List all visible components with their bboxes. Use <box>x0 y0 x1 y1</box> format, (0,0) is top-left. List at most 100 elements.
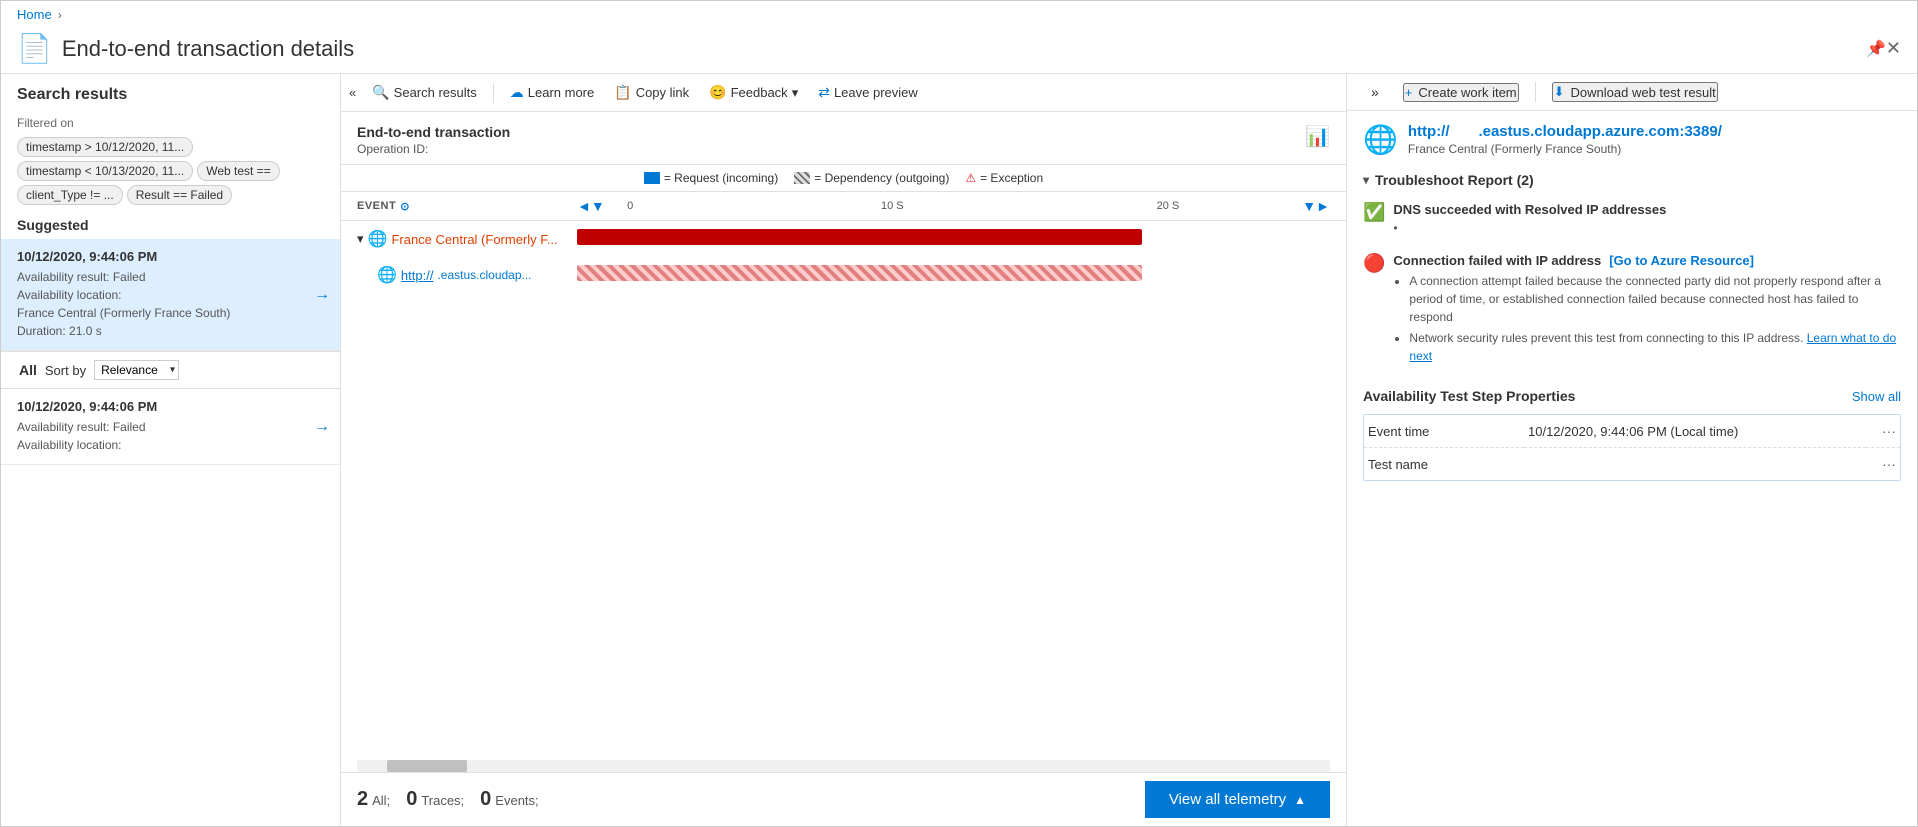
event-label-sub-1[interactable]: http:// <box>401 268 434 283</box>
feedback-chevron: ▾ <box>792 85 799 101</box>
copy-link-button[interactable]: 📋 Copy link <box>606 80 697 105</box>
prop-actions-1[interactable]: ··· <box>1866 448 1900 481</box>
search-icon: 🔍 <box>372 84 389 101</box>
count-events-label: Events; <box>495 793 538 808</box>
count-traces-num: 0 <box>406 788 417 811</box>
url-text: http:// .eastus.cloudapp.azure.com:3389/ <box>1408 123 1722 140</box>
pin-icon[interactable]: 📌 <box>1866 39 1886 59</box>
time-tick-1: 10 S <box>881 200 904 212</box>
time-tick-2: 20 S <box>1157 200 1180 212</box>
view-all-label: View all telemetry <box>1169 791 1286 808</box>
conn-title-text: Connection failed with IP address <box>1393 253 1601 268</box>
prop-row-0: Event time 10/12/2020, 9:44:06 PM (Local… <box>1364 415 1900 448</box>
right-toolbar: » + Create work item ⬇ Download web test… <box>1347 74 1917 111</box>
bar-1 <box>577 265 1142 281</box>
go-azure-resource-link[interactable]: [Go to Azure Resource] <box>1609 253 1754 268</box>
scrollbar-thumb[interactable] <box>387 760 467 772</box>
ellipsis-1[interactable]: ··· <box>1882 456 1896 472</box>
error-icon-conn: 🔴 <box>1363 253 1385 274</box>
home-link[interactable]: Home <box>17 7 52 22</box>
page-header: 📄 End-to-end transaction details 📌 ✕ <box>1 28 1917 74</box>
time-col-header: ◄ ▼ 0 10 S 20 S ▼ ► <box>577 196 1330 216</box>
event-sort-icon[interactable]: ⊙ <box>400 200 410 213</box>
prop-actions-0[interactable]: ··· <box>1866 415 1900 448</box>
learn-what-link[interactable]: Learn what to do next <box>1409 331 1896 363</box>
legend: = Request (incoming) = Dependency (outgo… <box>341 165 1346 192</box>
transaction-title: End-to-end transaction <box>357 124 510 140</box>
time-tick-0: 0 <box>627 200 633 212</box>
search-results-title: Search results <box>17 86 324 104</box>
count-all-num: 2 <box>357 788 368 811</box>
availability-title-text: Availability Test Step Properties <box>1363 388 1575 404</box>
results-list: 10/12/2020, 9:44:06 PM Availability resu… <box>1 239 340 826</box>
prop-key-1: Test name <box>1364 448 1524 481</box>
filter-chip-1[interactable]: timestamp < 10/13/2020, 11... <box>17 161 193 181</box>
learn-more-button[interactable]: ☁ Learn more <box>502 80 602 105</box>
url-location: France Central (Formerly France South) <box>1408 142 1722 156</box>
bar-cell-1 <box>577 265 1330 285</box>
filter-chip-2[interactable]: Web test == <box>197 161 279 181</box>
legend-request-label: = Request (incoming) <box>664 171 778 185</box>
trouble-title-dns: DNS succeeded with Resolved IP addresses <box>1393 202 1901 217</box>
timeline-rows: ▾ 🌐 France Central (Formerly F... 🌐 http… <box>341 221 1346 760</box>
search-results-label: Search results <box>394 85 477 100</box>
url-info: http:// .eastus.cloudapp.azure.com:3389/… <box>1408 123 1722 156</box>
breadcrumb: Home › <box>1 1 1917 28</box>
right-panel: » + Create work item ⬇ Download web test… <box>1347 74 1917 826</box>
trouble-item-dns: ✅ DNS succeeded with Resolved IP address… <box>1363 198 1901 239</box>
availability-section: Availability Test Step Properties Show a… <box>1363 388 1901 481</box>
conn-bullets: A connection attempt failed because the … <box>1393 272 1901 365</box>
close-button[interactable]: ✕ <box>1886 38 1901 59</box>
collapse-button[interactable]: « <box>345 81 360 104</box>
right-toolbar-separator <box>1535 82 1536 102</box>
create-work-item-button[interactable]: + Create work item <box>1403 83 1519 102</box>
count-events-num: 0 <box>480 788 491 811</box>
globe-icon-1: 🌐 <box>377 265 397 285</box>
time-tick-area: ▼ 0 10 S 20 S ▼ <box>591 196 1316 216</box>
event-cell-0: ▾ 🌐 France Central (Formerly F... <box>357 229 577 249</box>
legend-dependency: = Dependency (outgoing) <box>794 171 949 185</box>
breadcrumb-separator: › <box>58 8 62 22</box>
event-col-header: EVENT ⊙ <box>357 196 577 216</box>
filter-chips: timestamp > 10/12/2020, 11... timestamp … <box>17 137 324 205</box>
sort-select[interactable]: Relevance Date <box>94 360 179 380</box>
prop-key-0: Event time <box>1364 415 1524 448</box>
result-arrow-1: → <box>314 418 330 436</box>
prop-table-container: Event time 10/12/2020, 9:44:06 PM (Local… <box>1363 414 1901 481</box>
learn-more-label: Learn more <box>528 85 594 100</box>
expand-icon-0[interactable]: ▾ <box>357 231 364 247</box>
count-traces: 0 Traces; <box>406 788 464 811</box>
transaction-icon: 📊 <box>1305 124 1330 149</box>
cloud-icon: ☁ <box>510 84 524 101</box>
show-all-link[interactable]: Show all <box>1852 389 1901 404</box>
ellipsis-0[interactable]: ··· <box>1882 423 1896 439</box>
timeline-row-0: ▾ 🌐 France Central (Formerly F... <box>341 221 1346 257</box>
count-all: 2 All; <box>357 788 390 811</box>
toolbar-separator-1 <box>493 83 494 103</box>
result-detail-1: Availability result: Failed Availability… <box>17 418 324 454</box>
left-panel: Search results Filtered on timestamp > 1… <box>1 74 341 826</box>
url-globe-icon: 🌐 <box>1363 123 1398 156</box>
time-marker-left: ▼ <box>591 198 605 214</box>
sort-select-wrapper[interactable]: Relevance Date <box>94 360 179 380</box>
download-web-test-button[interactable]: ⬇ Download web test result <box>1552 82 1718 102</box>
trouble-item-conn: 🔴 Connection failed with IP address [Go … <box>1363 249 1901 372</box>
bar-0 <box>577 229 1142 245</box>
horizontal-scrollbar[interactable] <box>357 760 1330 772</box>
filter-chip-3[interactable]: client_Type != ... <box>17 185 123 205</box>
result-item-1[interactable]: 10/12/2020, 9:44:06 PM Availability resu… <box>1 389 340 465</box>
feedback-button[interactable]: 😊 Feedback ▾ <box>701 80 806 105</box>
result-time-1: 10/12/2020, 9:44:06 PM <box>17 399 324 414</box>
leave-preview-button[interactable]: ⇄ Leave preview <box>810 80 926 105</box>
bar-cell-0 <box>577 229 1330 249</box>
suggested-section-label: Suggested <box>1 211 340 239</box>
event-cell-1: 🌐 http:// .eastus.cloudap... <box>377 265 577 285</box>
filter-chip-4[interactable]: Result == Failed <box>127 185 232 205</box>
search-results-button[interactable]: 🔍 Search results <box>364 80 485 105</box>
troubleshoot-title[interactable]: ▾ Troubleshoot Report (2) <box>1363 172 1901 188</box>
view-all-button[interactable]: View all telemetry ▲ <box>1145 781 1330 818</box>
filter-chip-0[interactable]: timestamp > 10/12/2020, 11... <box>17 137 193 157</box>
expand-right-button[interactable]: » <box>1363 80 1387 104</box>
result-item-0[interactable]: 10/12/2020, 9:44:06 PM Availability resu… <box>1 239 340 351</box>
prop-row-1: Test name ··· <box>1364 448 1900 481</box>
